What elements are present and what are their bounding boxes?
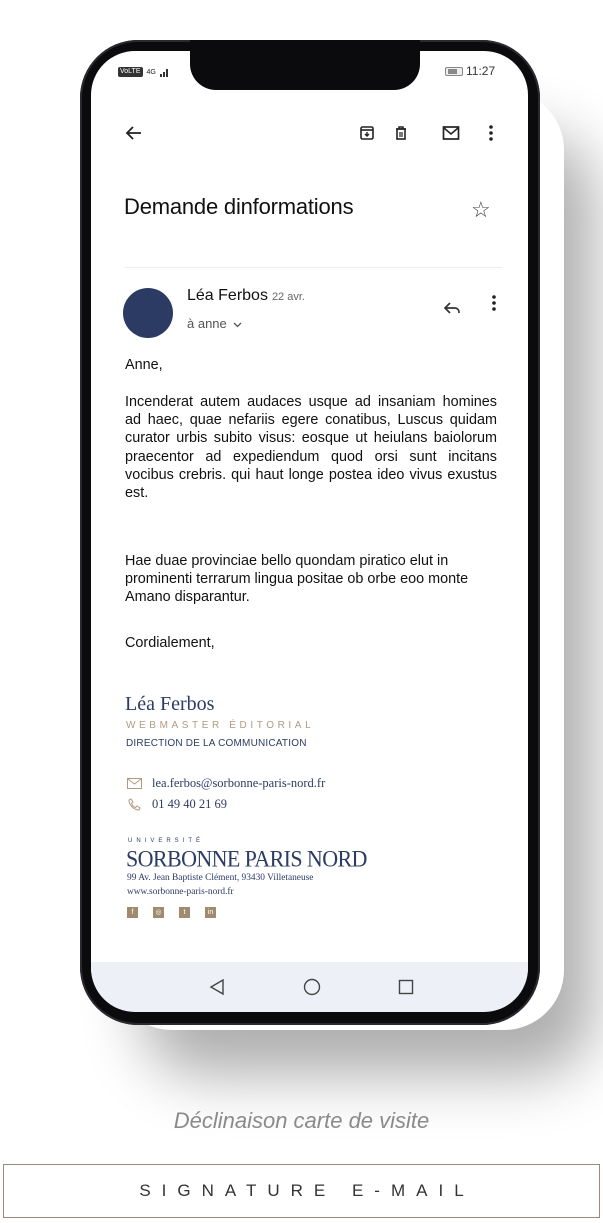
status-right: 11:27 <box>445 64 495 78</box>
vertical-dots-icon <box>492 295 496 311</box>
trash-icon <box>396 126 406 140</box>
footer-label: SIGNATURE E-MAIL <box>139 1181 475 1200</box>
university-website[interactable]: www.sorbonne-paris-nord.fr <box>127 887 234 897</box>
facebook-icon[interactable]: f <box>127 907 138 918</box>
email-date: 22 avr. <box>271 291 305 303</box>
envelope-icon <box>442 126 460 140</box>
mark-unread-button[interactable] <box>438 120 464 146</box>
status-time: 11:27 <box>466 64 496 78</box>
delete-button[interactable] <box>388 120 414 146</box>
email-closing: Cordialement, <box>125 635 215 651</box>
signature-phone-row[interactable]: 01 49 40 21 69 <box>126 797 227 812</box>
vertical-dots-icon <box>489 125 493 141</box>
circle-home-icon <box>303 978 321 996</box>
chevron-down-icon <box>233 322 242 328</box>
archive-icon <box>360 126 374 140</box>
instagram-icon[interactable]: ◎ <box>153 907 164 918</box>
signature-department: DIRECTION DE LA COMMUNICATION <box>126 738 307 749</box>
sender-name: Léa Ferbos <box>187 287 268 304</box>
university-logo-text: SORBONNE PARIS NORD <box>126 845 367 872</box>
divider <box>124 267 502 268</box>
signal-icon <box>159 68 168 77</box>
signature-role: WEBMASTER ÉDITORIAL <box>126 720 315 731</box>
network-label: 4G <box>146 68 156 76</box>
twitter-icon[interactable]: t <box>179 907 190 918</box>
recipient-label: à anne <box>187 316 227 331</box>
caption: Déclinaison carte de visite <box>173 1108 430 1133</box>
status-left: VoLTE 4G <box>118 67 170 77</box>
social-links: f ◎ t in <box>127 907 216 918</box>
signature-email[interactable]: lea.ferbos@sorbonne-paris-nord.fr <box>152 776 325 791</box>
avatar[interactable] <box>123 288 173 338</box>
signature-name: Léa Ferbos <box>125 693 215 715</box>
footer-box: SIGNATURE E-MAIL <box>3 1164 600 1218</box>
signature-phone[interactable]: 01 49 40 21 69 <box>152 797 227 812</box>
university-label: UNIVERSITÉ <box>128 838 205 844</box>
back-button[interactable] <box>121 120 147 146</box>
signature-email-row[interactable]: lea.ferbos@sorbonne-paris-nord.fr <box>126 776 325 791</box>
star-icon[interactable]: ☆ <box>471 197 491 223</box>
message-more-button[interactable] <box>491 294 497 317</box>
sender-line: Léa Ferbos 22 avr. <box>187 287 305 305</box>
volte-badge: VoLTE <box>118 67 143 77</box>
recipient-toggle[interactable]: à anne <box>187 316 242 331</box>
university-address: 99 Av. Jean Baptiste Clément, 93430 Vill… <box>127 873 314 883</box>
phone-icon <box>126 798 142 811</box>
email-paragraph-1: Incenderat autem audaces usque ad insani… <box>125 394 497 502</box>
more-options-button[interactable] <box>478 120 504 146</box>
email-paragraph-2: Hae duae provinciae bello quondam pirati… <box>125 553 469 606</box>
triangle-back-icon <box>209 978 224 996</box>
battery-icon <box>445 66 463 76</box>
archive-button[interactable] <box>354 120 380 146</box>
linkedin-icon[interactable]: in <box>205 907 216 918</box>
envelope-icon <box>126 778 142 789</box>
reply-button[interactable] <box>443 298 461 321</box>
reply-icon <box>443 302 460 314</box>
nav-back-button[interactable] <box>202 972 232 1002</box>
phone-notch <box>190 40 420 90</box>
email-greeting: Anne, <box>125 357 163 373</box>
nav-recents-button[interactable] <box>391 972 421 1002</box>
arrow-left-icon <box>125 126 141 140</box>
email-subject: Demande dinformations <box>124 194 354 219</box>
nav-home-button[interactable] <box>297 972 327 1002</box>
square-recents-icon <box>398 979 414 995</box>
